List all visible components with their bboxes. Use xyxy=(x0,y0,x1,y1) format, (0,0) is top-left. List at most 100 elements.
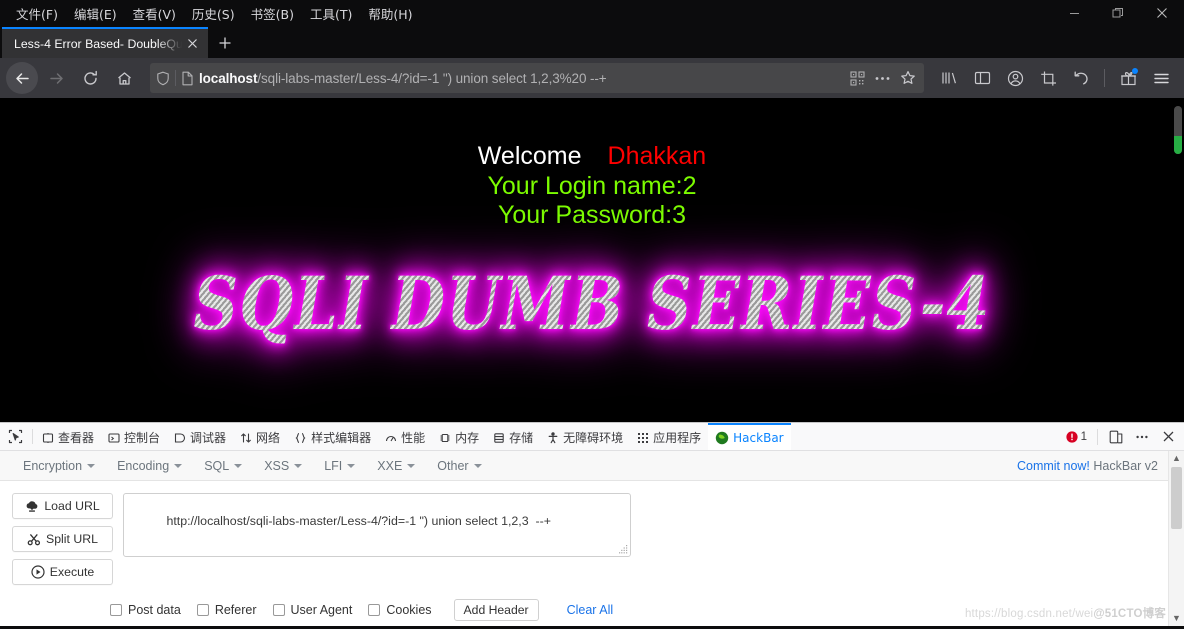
hackbar-icon xyxy=(715,431,729,444)
reload-button[interactable] xyxy=(74,62,106,94)
gift-icon[interactable] xyxy=(1113,63,1143,93)
hackbar-panel: Encryption Encoding SQL XSS LFI XXE Othe… xyxy=(0,451,1184,626)
screenshot-icon[interactable] xyxy=(1033,63,1063,93)
split-url-button[interactable]: Split URL xyxy=(12,526,113,552)
menu-bookmarks[interactable]: 书签(B) xyxy=(243,1,302,26)
close-button[interactable] xyxy=(1140,0,1184,26)
page-scrollbar[interactable] xyxy=(1172,98,1184,422)
toolbar-divider xyxy=(1104,69,1105,87)
add-header-button[interactable]: Add Header xyxy=(453,599,539,621)
hackbar-menu-other[interactable]: Other xyxy=(428,456,490,476)
scroll-up-arrow-icon[interactable]: ▲ xyxy=(1172,451,1181,466)
menu-history[interactable]: 历史(S) xyxy=(184,1,243,26)
devtools-tabbar: 查看器 控制台 调试器 网络 样式编辑器 性能 内存 存储 无障碍环境 应用程序… xyxy=(0,423,1184,451)
hackbar-menu-encryption[interactable]: Encryption xyxy=(14,456,104,476)
restore-button[interactable] xyxy=(1096,0,1140,26)
devtools-tab-performance[interactable]: 性能 xyxy=(378,423,432,450)
devtools-divider xyxy=(32,429,33,444)
devtools-tab-label: 查看器 xyxy=(58,431,95,445)
bookmark-star-icon[interactable] xyxy=(900,70,916,86)
checkbox-box[interactable] xyxy=(272,604,285,616)
checkbox-box[interactable] xyxy=(196,604,209,616)
execute-button[interactable]: Execute xyxy=(12,559,113,585)
hackbar-menu-encoding[interactable]: Encoding xyxy=(108,456,191,476)
hackbar-button-column: Load URL Split URL Execute xyxy=(12,493,113,585)
devtools-tab-hackbar[interactable]: HackBar xyxy=(708,423,791,450)
hackbar-menu-sql[interactable]: SQL xyxy=(195,456,251,476)
hackbar-scrollbar-thumb[interactable] xyxy=(1171,467,1182,529)
checkbox-user-agent[interactable]: User Agent xyxy=(272,603,352,617)
back-button[interactable] xyxy=(6,62,38,94)
devtools-tab-accessibility[interactable]: 无障碍环境 xyxy=(540,423,630,450)
checkbox-cookies[interactable]: Cookies xyxy=(368,603,432,617)
resize-handle-icon[interactable] xyxy=(619,545,628,554)
hackbar-header-row: H Upgrade-Insecure-Requests: 1 xyxy=(0,621,1184,629)
hackbar-menu-label: Encoding xyxy=(117,458,170,473)
devtools-tab-label: 控制台 xyxy=(124,431,161,445)
responsive-design-icon[interactable] xyxy=(1104,425,1128,449)
qr-code-icon[interactable] xyxy=(850,70,865,86)
devtools-close-icon[interactable] xyxy=(1156,425,1180,449)
hackbar-menu-xxe[interactable]: XXE xyxy=(368,456,424,476)
hackbar-menu-lfi[interactable]: LFI xyxy=(315,456,364,476)
chevron-down-icon xyxy=(87,463,96,468)
devtools-tab-storage[interactable]: 存储 xyxy=(486,423,540,450)
checkbox-label: Cookies xyxy=(386,603,432,617)
forward-button[interactable] xyxy=(40,62,72,94)
library-icon[interactable] xyxy=(934,63,964,93)
devtools-tab-label: 存储 xyxy=(509,431,534,445)
account-icon[interactable] xyxy=(1000,63,1030,93)
chevron-down-icon xyxy=(294,463,303,468)
devtools-tab-debugger[interactable]: 调试器 xyxy=(167,423,233,450)
watermark-url: https://blog.csdn.net/wei xyxy=(964,608,1094,620)
checkbox-post-data[interactable]: Post data xyxy=(110,603,181,617)
commit-now-link[interactable]: Commit now! xyxy=(1017,459,1090,473)
element-picker-icon[interactable] xyxy=(0,423,30,450)
home-button[interactable] xyxy=(108,62,140,94)
menu-view[interactable]: 查看(V) xyxy=(125,1,184,26)
load-url-button[interactable]: Load URL xyxy=(12,493,113,519)
devtools-tab-console[interactable]: 控制台 xyxy=(101,423,167,450)
minimize-button[interactable] xyxy=(1052,0,1096,26)
devtools-tab-memory[interactable]: 内存 xyxy=(432,423,486,450)
password-text: Your Password:3 xyxy=(497,201,687,229)
page-content: Welcome Dhakkan Your Login name:2 Your Pa… xyxy=(0,98,1184,346)
application-icon xyxy=(638,432,649,443)
scroll-down-arrow-icon[interactable]: ▼ xyxy=(1172,611,1181,626)
devtools-tab-network[interactable]: 网络 xyxy=(233,423,287,450)
browser-tab-active[interactable]: Less-4 Error Based- DoubleQuotes xyxy=(2,27,208,58)
page-scrollbar-thumb[interactable] xyxy=(1174,106,1182,154)
url-host: localhost xyxy=(199,70,258,86)
clear-all-link[interactable]: Clear All xyxy=(567,603,614,617)
navigation-toolbar: localhost/sqli-labs-master/Less-4/?id=-1… xyxy=(0,58,1184,98)
checkbox-box[interactable] xyxy=(110,604,122,616)
devtools-right-divider xyxy=(1097,428,1098,445)
menu-icon[interactable] xyxy=(1146,63,1176,93)
chevron-down-icon xyxy=(347,463,356,468)
devtools-panel: 查看器 控制台 调试器 网络 样式编辑器 性能 内存 存储 无障碍环境 应用程序… xyxy=(0,422,1184,626)
devtools-tab-application[interactable]: 应用程序 xyxy=(630,423,708,450)
hackbar-menubar: Encryption Encoding SQL XSS LFI XXE Othe… xyxy=(0,451,1184,481)
tab-close-icon[interactable] xyxy=(182,34,202,54)
menu-edit[interactable]: 编辑(E) xyxy=(66,1,125,26)
url-textarea[interactable]: http://localhost/sqli-labs-master/Less-4… xyxy=(123,493,631,557)
page-actions-icon[interactable] xyxy=(874,71,891,86)
error-badge[interactable]: 1 xyxy=(1062,431,1091,443)
sidebar-icon[interactable] xyxy=(967,63,997,93)
address-bar[interactable]: localhost/sqli-labs-master/Less-4/?id=-1… xyxy=(150,63,924,93)
new-tab-button[interactable] xyxy=(208,27,242,58)
undo-icon[interactable] xyxy=(1066,63,1096,93)
address-bar-actions xyxy=(850,70,918,86)
checkbox-box[interactable] xyxy=(368,604,381,616)
menu-file[interactable]: 文件(F) xyxy=(8,1,66,26)
devtools-tab-style-editor[interactable]: 样式编辑器 xyxy=(287,423,378,450)
menu-help[interactable]: 帮助(H) xyxy=(360,1,420,26)
hackbar-scrollbar[interactable]: ▲ ▼ xyxy=(1168,451,1184,626)
checkbox-referer[interactable]: Referer xyxy=(196,603,257,617)
welcome-row: Welcome Dhakkan xyxy=(0,142,1184,172)
hackbar-menu-xss[interactable]: XSS xyxy=(255,456,311,476)
chevron-down-icon xyxy=(473,463,482,468)
meatball-menu-icon[interactable] xyxy=(1130,425,1154,449)
devtools-tab-inspector[interactable]: 查看器 xyxy=(35,423,101,450)
menu-tools[interactable]: 工具(T) xyxy=(302,1,360,26)
